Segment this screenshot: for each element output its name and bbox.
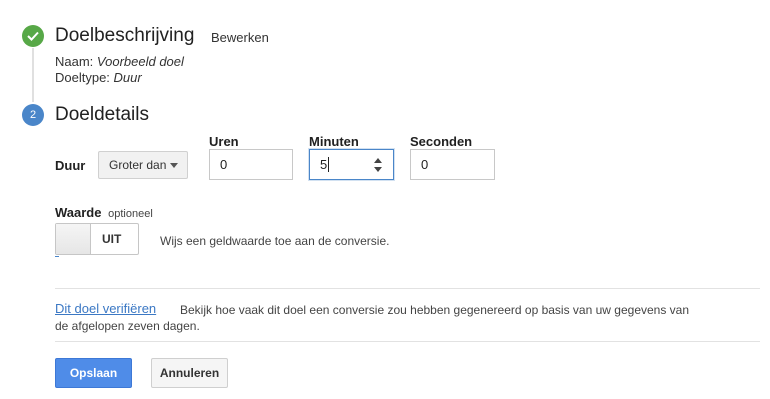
minutes-input[interactable]: 5 <box>309 149 394 180</box>
value-help-text: Wijs een geldwaarde toe aan de conversie… <box>160 234 390 248</box>
divider <box>55 341 760 342</box>
condition-dropdown[interactable]: Groter dan <box>98 151 188 179</box>
divider <box>55 288 760 289</box>
step-2-title: Doeldetails <box>55 104 149 125</box>
goal-type-line: Doeltype: Duur <box>55 70 142 85</box>
minutes-value: 5 <box>320 157 328 172</box>
value-optional-label: optioneel <box>108 208 153 220</box>
verify-goal-link[interactable]: Dit doel verifiëren <box>55 301 156 316</box>
step-complete-checkmark-icon <box>22 25 44 47</box>
goal-type-value: Duur <box>113 70 142 85</box>
text-cursor <box>328 157 330 172</box>
edit-button[interactable]: Bewerken <box>211 30 269 45</box>
step-connector <box>32 48 34 102</box>
seconds-input[interactable]: 0 <box>410 149 495 180</box>
step-2-number-badge: 2 <box>22 104 44 126</box>
save-button[interactable]: Opslaan <box>55 358 132 388</box>
toggle-state-label: UIT <box>102 232 122 246</box>
minutes-label: Minuten <box>309 134 359 149</box>
seconds-label: Seconden <box>410 134 473 149</box>
step-1-title: Doelbeschrijving <box>55 25 195 46</box>
goal-type-label: Doeltype: <box>55 70 110 85</box>
goal-name-line: Naam: Voorbeeld doel <box>55 54 184 69</box>
chevron-down-icon <box>170 163 178 168</box>
number-stepper-icon[interactable] <box>374 158 384 172</box>
value-label: Waarde <box>55 205 102 220</box>
cancel-button[interactable]: Annuleren <box>151 358 228 388</box>
toggle-focus-mark <box>55 256 59 257</box>
condition-selected-value: Groter dan <box>109 158 167 172</box>
toggle-knob[interactable] <box>56 224 91 254</box>
goal-name-value: Voorbeeld doel <box>96 54 184 69</box>
hours-label: Uren <box>209 134 239 149</box>
duration-label: Duur <box>55 158 86 173</box>
value-toggle[interactable]: UIT <box>55 223 139 257</box>
value-label-line: Waarde optioneel <box>55 205 153 220</box>
goal-name-label: Naam: <box>55 54 94 69</box>
hours-input[interactable]: 0 <box>209 149 293 180</box>
